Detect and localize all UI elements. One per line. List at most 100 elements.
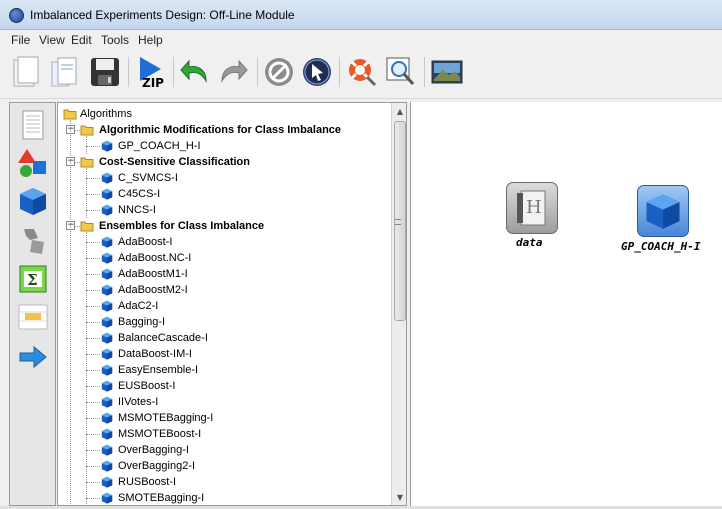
method-cube-icon — [101, 364, 113, 376]
tree-connector — [86, 136, 87, 154]
table-icon — [18, 304, 48, 330]
app-icon — [9, 8, 24, 23]
tree-connector — [86, 258, 100, 259]
tree-item-label: C45CS-I — [118, 188, 161, 200]
method-cube-icon — [101, 428, 113, 440]
redo-arrow-icon — [221, 59, 248, 83]
tree-item-label: MSMOTEBagging-I — [118, 412, 214, 424]
method-cube-icon — [101, 332, 113, 344]
tree-item-label: AdaBoostM1-I — [118, 268, 188, 280]
toolbar: ZIP — [0, 49, 722, 99]
help-button[interactable] — [345, 55, 379, 89]
algorithm-tree-panel: Algorithms − Algorithmic Modifications for… — [57, 102, 407, 506]
lifebuoy-icon — [349, 59, 377, 87]
tree-item-label: IIVotes-I — [118, 396, 159, 408]
tree-connector — [86, 242, 100, 243]
experiment-canvas[interactable]: H data GP_COACH_H-I — [410, 102, 722, 506]
toolbar-separator — [173, 57, 174, 87]
tree-connector — [86, 482, 100, 483]
tree-category-label: Algorithmic Modifications for Class Imba… — [99, 124, 342, 136]
method-cube-icon — [101, 284, 113, 296]
folder-icon — [80, 156, 94, 168]
tree-item-label: DataBoost-IM-I — [118, 348, 192, 360]
tree-connector — [86, 386, 100, 387]
toolbar-separator — [339, 57, 340, 87]
landscape-image-icon — [431, 60, 463, 84]
tree-connector — [86, 178, 100, 179]
canvas-node-data-label: data — [516, 236, 543, 249]
blue-cube-icon — [20, 188, 46, 215]
palette-results-table[interactable] — [17, 301, 49, 333]
tree-item-label: EUSBoost-I — [118, 380, 176, 392]
menu-bar: File View Edit Tools Help — [0, 30, 722, 49]
tree-connector — [86, 168, 87, 218]
select-button[interactable] — [300, 55, 334, 89]
tree-category-label: Ensembles for Class Imbalance — [99, 220, 265, 232]
tree-connector — [86, 338, 100, 339]
method-cube-icon — [101, 348, 113, 360]
new-document-button[interactable] — [9, 55, 43, 89]
menu-view[interactable]: View — [39, 33, 65, 47]
method-cube-icon — [101, 204, 113, 216]
method-cube-icon — [101, 316, 113, 328]
method-cube-icon — [101, 140, 113, 152]
gray-shapes-icon — [24, 229, 44, 254]
undo-arrow-icon — [180, 59, 207, 83]
right-arrow-icon — [19, 345, 47, 369]
tree-connector — [86, 290, 100, 291]
tree-item-label: AdaBoost-I — [118, 236, 173, 248]
tree-connector — [86, 498, 100, 499]
menu-help[interactable]: Help — [138, 33, 163, 47]
palette-statistical-test[interactable]: Σ — [17, 263, 49, 295]
tree-item-label: EasyEnsemble-I — [118, 364, 199, 376]
stop-button[interactable] — [262, 55, 296, 89]
tree-item-label: RUSBoost-I — [118, 476, 177, 488]
save-button[interactable] — [88, 55, 122, 89]
tree-item-label: OverBagging2-I — [118, 460, 196, 472]
tree-connector — [86, 210, 100, 211]
sigma-icon: Σ — [19, 265, 47, 293]
scroll-up-arrow-icon[interactable]: ▲ — [392, 103, 406, 119]
folder-icon — [63, 108, 77, 120]
palette-dataset[interactable] — [17, 109, 49, 141]
image-button[interactable] — [430, 55, 464, 89]
tree-item-label: AdaBoost.NC-I — [118, 252, 192, 264]
tree-item-label: AdaC2-I — [118, 300, 159, 312]
undo-button[interactable] — [178, 55, 212, 89]
canvas-node-method[interactable] — [637, 185, 689, 237]
menu-edit[interactable]: Edit — [71, 33, 92, 47]
tree-connector — [86, 306, 100, 307]
tree-connector — [86, 402, 100, 403]
palette-multiple-classifiers[interactable] — [17, 147, 49, 179]
tree-item-label: NNCS-I — [118, 204, 156, 216]
tree-scrollbar[interactable]: ▲ ▼ — [391, 103, 406, 505]
method-cube-icon — [101, 476, 113, 488]
canvas-node-data[interactable]: H — [506, 182, 558, 234]
method-cube-icon — [101, 396, 113, 408]
zip-label: ZIP — [142, 76, 164, 89]
tree-connector — [86, 466, 100, 467]
tree-connector — [86, 370, 100, 371]
redo-button[interactable] — [216, 55, 250, 89]
tree-connector — [86, 232, 87, 505]
window-title: Imbalanced Experiments Design: Off-Line … — [30, 8, 295, 22]
folder-icon — [80, 124, 94, 136]
zip-button[interactable]: ZIP — [136, 55, 170, 89]
tree-root-label: Algorithms — [80, 108, 132, 120]
open-document-button[interactable] — [47, 55, 81, 89]
tree-connector — [86, 434, 100, 435]
method-cube-icon — [101, 188, 113, 200]
shapes-icon — [18, 149, 46, 177]
menu-file[interactable]: File — [11, 33, 30, 47]
tree-connector — [86, 354, 100, 355]
scroll-down-arrow-icon[interactable]: ▼ — [392, 489, 406, 505]
tree-item-label: Bagging-I — [118, 316, 166, 328]
palette-connect-arrow[interactable] — [17, 341, 49, 373]
tree-connector — [86, 418, 100, 419]
palette-preprocess[interactable] — [17, 225, 49, 257]
palette-method[interactable] — [17, 185, 49, 217]
zoom-button[interactable] — [384, 55, 418, 89]
menu-tools[interactable]: Tools — [101, 33, 129, 47]
magnifier-icon — [386, 57, 415, 86]
document-icon — [22, 110, 44, 140]
